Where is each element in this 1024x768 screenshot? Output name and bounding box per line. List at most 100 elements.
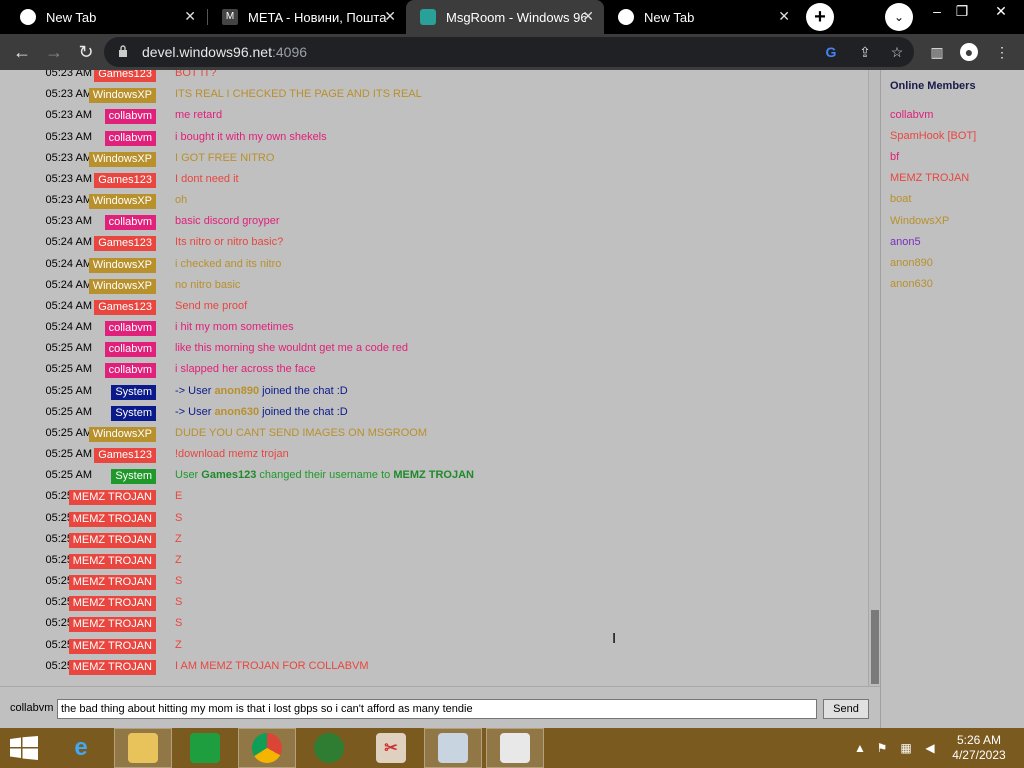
message-username-badge[interactable]: MEMZ TROJAN — [68, 617, 156, 633]
star-icon[interactable]: ☆ — [888, 43, 906, 61]
message-username-badge[interactable]: WindowsXP — [88, 278, 156, 294]
message-mentioned-user: MEMZ TROJAN — [393, 469, 474, 482]
member-item[interactable]: bf — [890, 151, 899, 163]
profile-icon[interactable]: ● — [960, 43, 978, 61]
chrome-icon — [252, 733, 282, 763]
message-username-badge[interactable]: collabvm — [104, 130, 156, 146]
member-item[interactable]: SpamHook [BOT] — [890, 130, 976, 142]
volume-icon[interactable]: ◀ — [922, 741, 938, 755]
taskbar-ie[interactable]: e — [52, 728, 110, 768]
message-username-badge[interactable]: WindowsXP — [88, 257, 156, 273]
new-tab-button[interactable]: + — [806, 3, 834, 31]
message-username-badge[interactable]: MEMZ TROJAN — [68, 532, 156, 548]
maximize-button[interactable]: ❐ — [945, 0, 979, 24]
member-item[interactable]: anon890 — [890, 257, 933, 269]
message-time: 05:23 AM — [45, 172, 92, 185]
message-username-badge[interactable]: Games123 — [94, 70, 156, 82]
chevron-up-icon[interactable]: ▲ — [852, 741, 868, 755]
send-button[interactable]: Send — [823, 699, 869, 719]
tab-new-tab-2[interactable]: New Tab ✕ — [604, 0, 800, 34]
address-bar[interactable]: devel.windows96.net:4096 G ⇪ ☆ — [104, 37, 914, 67]
message-text: I AM MEMZ TROJAN FOR COLLABVM — [175, 659, 369, 672]
message-username-badge[interactable]: collabvm — [104, 342, 156, 358]
system-clock[interactable]: 5:26 AM 4/27/2023 — [944, 733, 1014, 763]
close-window-button[interactable]: ✕ — [984, 0, 1018, 24]
flag-icon[interactable]: ⚑ — [874, 741, 890, 755]
message-username-badge[interactable]: collabvm — [104, 215, 156, 231]
message-username-badge[interactable]: System — [111, 469, 156, 485]
windows-taskbar: e ✂ ▲ ⚑ ▦ ◀ 5:26 AM 4/27/2023 — [0, 728, 1024, 768]
tab-meta[interactable]: M META - Новини, Пошта і ✕ — [208, 0, 406, 34]
chat-message: 05:24 AM Games123 Its nitro or nitro basic… — [0, 234, 868, 255]
close-icon[interactable]: ✕ — [778, 8, 790, 25]
chat-message: 05:23 AM WindowsXP ITS REAL I CHECKED THE … — [0, 86, 868, 107]
chat-message: 05:24 AM WindowsXP no nitro basic — [0, 277, 868, 298]
scrollbar-thumb[interactable] — [871, 610, 879, 684]
google-icon[interactable]: G — [822, 43, 840, 61]
forward-icon[interactable]: → — [42, 40, 66, 64]
message-username-badge[interactable]: MEMZ TROJAN — [68, 596, 156, 612]
taskbar-app[interactable] — [300, 728, 358, 768]
message-username-badge[interactable]: collabvm — [104, 321, 156, 337]
message-username-badge[interactable]: WindowsXP — [88, 194, 156, 210]
tab-search-button[interactable]: ⌄ — [885, 3, 913, 31]
member-item[interactable]: collabvm — [890, 109, 933, 121]
share-icon[interactable]: ⇪ — [856, 43, 874, 61]
url-host: devel.windows96.net — [142, 44, 272, 60]
message-username-badge[interactable]: MEMZ TROJAN — [68, 638, 156, 654]
windows-start-icon[interactable] — [10, 736, 38, 760]
back-icon[interactable]: ← — [10, 40, 34, 64]
message-username-badge[interactable]: WindowsXP — [88, 426, 156, 442]
taskbar-explorer[interactable] — [114, 728, 172, 768]
message-username-badge[interactable]: WindowsXP — [88, 151, 156, 167]
close-icon[interactable]: ✕ — [384, 8, 396, 25]
taskbar-recorder[interactable] — [486, 728, 544, 768]
message-text-part: joined the chat :D — [259, 384, 348, 397]
member-item[interactable]: anon5 — [890, 236, 921, 248]
message-time: 05:23 AM — [45, 194, 92, 207]
member-item[interactable]: MEMZ TROJAN — [890, 172, 969, 184]
message-time: 05:23 AM — [45, 70, 92, 79]
recorder-icon — [500, 733, 530, 763]
message-username-badge[interactable]: System — [111, 405, 156, 421]
member-item[interactable]: boat — [890, 193, 911, 205]
message-username-badge[interactable]: MEMZ TROJAN — [68, 511, 156, 527]
url-text[interactable]: devel.windows96.net:4096 — [142, 44, 307, 60]
message-username-badge[interactable]: System — [111, 384, 156, 400]
message-username-badge[interactable]: MEMZ TROJAN — [68, 575, 156, 591]
taskbar-paint[interactable]: ✂ — [362, 728, 420, 768]
close-icon[interactable]: ✕ — [184, 8, 196, 25]
reload-icon[interactable]: ↻ — [74, 40, 98, 64]
message-mentioned-user: anon890 — [214, 384, 260, 397]
message-username-badge[interactable]: Games123 — [94, 448, 156, 464]
network-icon[interactable]: ▦ — [898, 741, 914, 755]
message-username-badge[interactable]: MEMZ TROJAN — [68, 659, 156, 675]
message-text: no nitro basic — [175, 278, 241, 291]
taskbar-photo[interactable] — [424, 728, 482, 768]
message-username-badge[interactable]: Games123 — [94, 236, 156, 252]
tab-new-tab-1[interactable]: New Tab ✕ — [6, 0, 206, 34]
chat-message: 05:24 AM WindowsXP i checked and its nitro — [0, 256, 868, 277]
message-input[interactable] — [57, 699, 817, 719]
sidebar-icon[interactable]: ▥ — [928, 43, 946, 61]
chat-scrollbar[interactable] — [868, 70, 880, 686]
message-username-badge[interactable]: MEMZ TROJAN — [68, 490, 156, 506]
tab-msgroom[interactable]: MsgRoom - Windows 96 ✕ — [406, 0, 604, 34]
message-username-badge[interactable]: MEMZ TROJAN — [68, 553, 156, 569]
chat-message: 05:25 AM System User Games123 changed thei… — [0, 467, 868, 488]
message-username-badge[interactable]: WindowsXP — [88, 88, 156, 104]
msgroom-page: 05:23 AM Games123 BOT IT? 05:23 AM WindowsXP… — [0, 70, 1024, 728]
taskbar-store[interactable] — [176, 728, 234, 768]
message-username-badge[interactable]: collabvm — [104, 363, 156, 379]
member-item[interactable]: anon630 — [890, 278, 933, 290]
taskbar-chrome[interactable] — [238, 728, 296, 768]
message-username-badge[interactable]: Games123 — [94, 299, 156, 315]
tab-title: META - Новини, Пошта і — [248, 9, 388, 25]
lock-icon[interactable] — [118, 45, 128, 57]
menu-icon[interactable]: ⋮ — [993, 43, 1011, 61]
close-icon[interactable]: ✕ — [582, 8, 594, 25]
message-username-badge[interactable]: collabvm — [104, 109, 156, 125]
chat-message: 05:25 AMMEMZ TROJANS — [0, 573, 868, 594]
message-username-badge[interactable]: Games123 — [94, 172, 156, 188]
member-item[interactable]: WindowsXP — [890, 215, 949, 227]
